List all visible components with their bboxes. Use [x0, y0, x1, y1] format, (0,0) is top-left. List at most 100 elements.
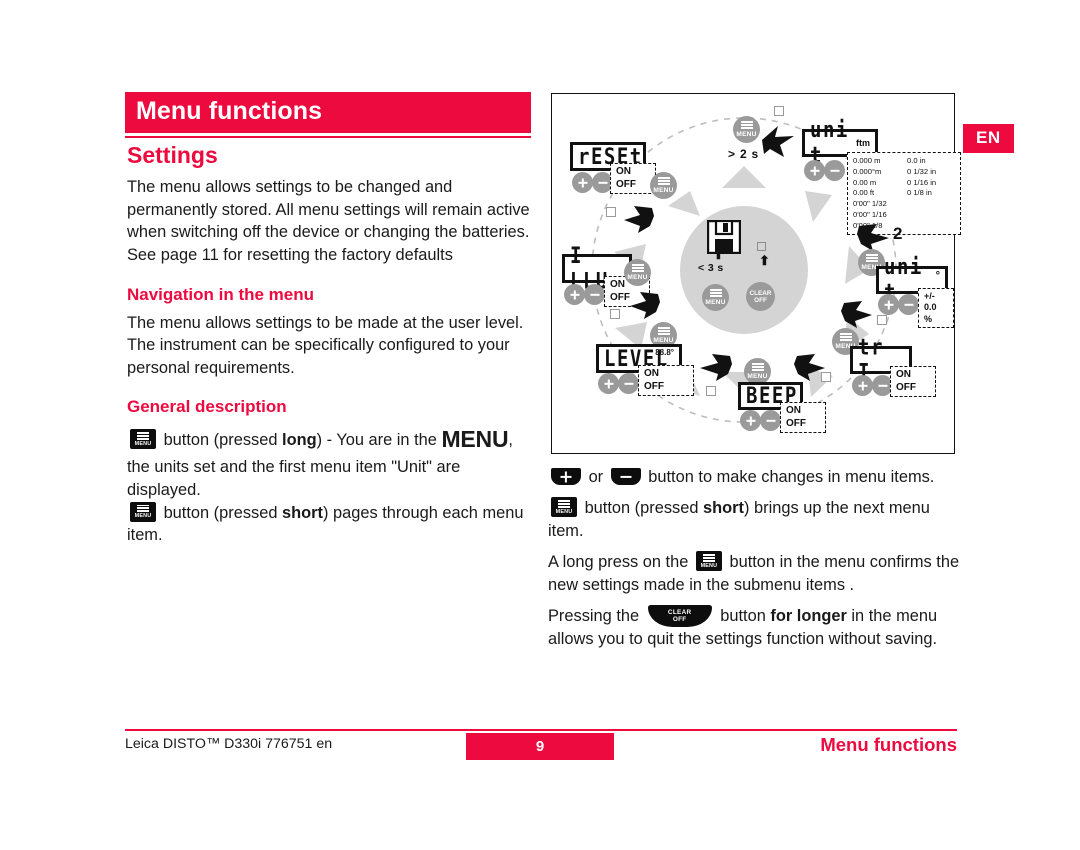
hub-clear-off-button[interactable]: CLEAR OFF [746, 282, 775, 311]
footer-document-id: Leica DISTO™ D330i 776751 en [125, 736, 333, 752]
plus-button[interactable] [740, 410, 761, 431]
clear-off-button-icon[interactable]: CLEAR OFF [647, 605, 712, 628]
option-on: ON [896, 369, 911, 380]
plus-button[interactable] [572, 172, 593, 193]
unit-cell: 0 1/16 in [907, 177, 937, 187]
menu-button-icon[interactable]: MENU [130, 501, 156, 522]
menu-bars-icon [839, 333, 852, 342]
hub-hold-duration-label: < 3 s [698, 262, 724, 274]
plus-button[interactable] [564, 284, 585, 305]
option-off: OFF [616, 178, 636, 190]
plus-minus-text: button to make changes in menu items. [648, 468, 935, 486]
language-badge: EN [963, 124, 1014, 153]
unit-cell: 0.000 m [853, 156, 881, 165]
desc2-pre: button (pressed [163, 503, 283, 522]
menu-short-press-paragraph: MENU button (pressed short) brings up th… [548, 497, 968, 542]
square-marker [821, 372, 831, 382]
menu-button-icon[interactable]: MENU [130, 429, 156, 450]
clear-label: CLEAR [749, 289, 772, 297]
step-number-2: 2 [893, 224, 903, 243]
desc1-mid: ) - You are in the [316, 431, 442, 450]
entry-hold-duration-label: > 2 s [728, 147, 760, 161]
level-options: ON OFF [638, 365, 694, 396]
manual-page: Menu functions Settings The menu allows … [0, 0, 1080, 850]
hub-menu-button-label: MENU [705, 298, 726, 306]
tilt-options: ON OFF [890, 366, 936, 397]
unit-cell: 0.0 in [907, 156, 926, 165]
menu-bars-icon [709, 289, 722, 298]
menu-button-icon-label: MENU [555, 509, 573, 516]
p4-mid: button [720, 607, 771, 626]
option-plusminus: +/- 0.0 [924, 291, 937, 313]
square-marker [706, 386, 716, 396]
square-marker [877, 315, 887, 325]
minus-button[interactable] [824, 160, 845, 181]
square-marker [606, 207, 616, 217]
hub-square-marker [757, 242, 766, 251]
unit-cell [907, 210, 955, 221]
plus-minus-paragraph: or button to make changes in menu items. [548, 466, 968, 488]
hand-cursor-icon [857, 224, 889, 251]
minus-button-icon[interactable] [610, 468, 641, 485]
minus-button[interactable] [584, 284, 605, 305]
desc1-bold: long [282, 431, 317, 450]
menu-flow-diagram: ⬆ ⬆ < 3 s MENU CLEAR OFF MENU > 2 s uni … [551, 93, 961, 454]
lcd-level-badge: 88.8° [655, 348, 674, 357]
minus-button[interactable] [898, 294, 919, 315]
option-on: ON [616, 166, 631, 177]
hand-cursor-icon [700, 354, 732, 381]
p4-pre: Pressing the [548, 607, 640, 626]
title-underline [125, 136, 531, 138]
hub-arrow-up-right-icon: ⬆ [759, 253, 770, 268]
navigation-paragraph: The menu allows settings to be made at t… [127, 313, 524, 377]
menu-button-icon-label: MENU [134, 513, 152, 520]
desc1-pre: button (pressed [163, 431, 283, 450]
footer-section-title: Menu functions [820, 734, 957, 755]
menu-button-icon[interactable]: MENU [695, 551, 722, 572]
plus-button[interactable] [852, 375, 873, 396]
diagram-menu-button[interactable]: MENU [624, 259, 651, 286]
menu-bars-icon [657, 327, 670, 336]
menu-button-label: MENU [747, 372, 768, 380]
p4-bold: for longer [770, 607, 847, 626]
option-off: OFF [644, 380, 664, 392]
menu-word: MENU [441, 426, 509, 453]
diagram-menu-button[interactable]: MENU [650, 172, 677, 199]
plus-button[interactable] [598, 373, 619, 394]
hand-cursor-icon [762, 126, 794, 157]
menu-bars-icon [865, 254, 878, 263]
menu-button-icon[interactable]: MENU [551, 497, 577, 518]
diagram-menu-button[interactable]: MENU [744, 358, 771, 385]
left-column: Menu functions Settings The menu allows … [125, 92, 531, 549]
unit-cell: 0'00" 1/16 [853, 209, 887, 219]
menu-button-icon-label: MENU [700, 563, 718, 569]
minus-button[interactable] [618, 373, 639, 394]
minus-button[interactable] [760, 410, 781, 431]
off-label: OFF [754, 296, 767, 304]
lcd-suffix-ftm: ftm [856, 138, 870, 148]
menu-bars-icon [740, 121, 753, 130]
diagram-entry-menu-button[interactable]: MENU [733, 116, 760, 143]
hub-menu-button[interactable]: MENU [702, 284, 729, 311]
hand-cursor-icon [841, 301, 872, 328]
right-column: or button to make changes in menu items.… [548, 466, 968, 659]
unit-cell [907, 221, 955, 232]
p2-pre: button (pressed [584, 499, 704, 518]
menu-bars-icon [631, 264, 644, 273]
page-title: Menu functions [125, 92, 531, 133]
unit-cell: 0.00 m [853, 177, 877, 187]
square-marker [774, 106, 784, 116]
plus-button[interactable] [804, 160, 825, 181]
option-off: OFF [896, 381, 916, 393]
plus-button[interactable] [878, 294, 899, 315]
or-text: or [588, 468, 604, 486]
clear-off-paragraph: Pressing the CLEAR OFF button for longer… [548, 605, 968, 650]
menu-bars-icon [137, 432, 149, 440]
plus-button-icon[interactable] [551, 468, 581, 485]
unit-cell: 0 1/8 in [907, 188, 932, 198]
option-off: OFF [786, 417, 806, 429]
menu-long-press-paragraph: A long press on the MENU button in the m… [548, 551, 968, 596]
menu-button-label: MENU [653, 186, 674, 194]
unit-cell: 0.00 ft [853, 188, 875, 198]
menu-bars-icon [702, 554, 715, 562]
